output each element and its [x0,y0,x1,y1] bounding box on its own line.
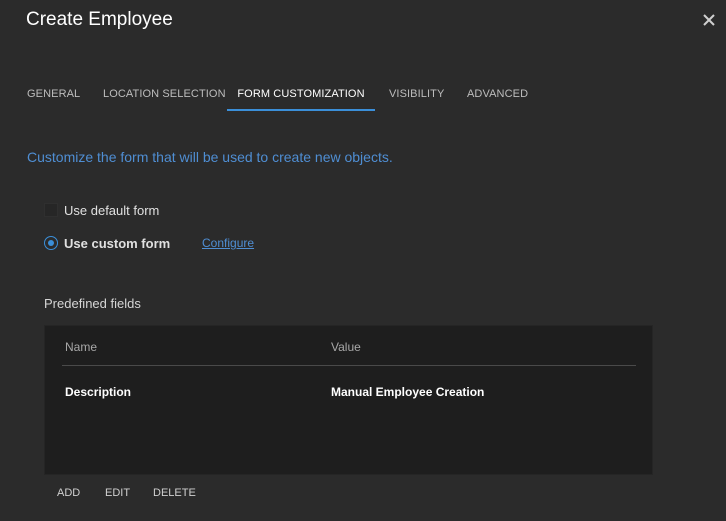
tab-visibility[interactable]: VISIBILITY [389,80,444,111]
predefined-fields-label: Predefined fields [44,296,141,311]
use-custom-form-radio[interactable] [44,236,58,250]
configure-link[interactable]: Configure [202,236,254,250]
row-value-cell: Manual Employee Creation [331,385,485,399]
use-default-form-label: Use default form [64,202,160,218]
tab-general[interactable]: GENERAL [27,80,80,111]
predefined-fields-table: Name Value Description Manual Employee C… [44,325,653,475]
add-button[interactable]: ADD [57,487,80,499]
create-employee-dialog: Create Employee GENERAL LOCATION SELECTI… [0,0,726,521]
tab-form-customization[interactable]: FORM CUSTOMIZATION [227,80,375,111]
use-custom-form-option[interactable]: Use custom form [44,234,170,252]
tab-bar: GENERAL LOCATION SELECTION FORM CUSTOMIZ… [0,80,726,112]
use-default-form-option[interactable]: Use default form [44,201,159,219]
form-customization-description: Customize the form that will be used to … [27,149,393,165]
column-header-name[interactable]: Name [65,340,97,354]
edit-button[interactable]: EDIT [105,487,130,499]
delete-button[interactable]: DELETE [153,487,196,499]
use-default-form-checkbox[interactable] [44,203,58,217]
column-header-value[interactable]: Value [331,340,361,354]
header-divider [62,365,636,366]
use-custom-form-label: Use custom form [64,235,171,251]
close-button[interactable] [700,11,718,29]
tab-location-selection[interactable]: LOCATION SELECTION [103,80,226,111]
dialog-title: Create Employee [26,9,173,30]
tab-advanced[interactable]: ADVANCED [467,80,528,111]
close-icon [703,14,715,26]
radio-selected-dot [48,240,54,246]
row-name-cell: Description [65,385,132,399]
